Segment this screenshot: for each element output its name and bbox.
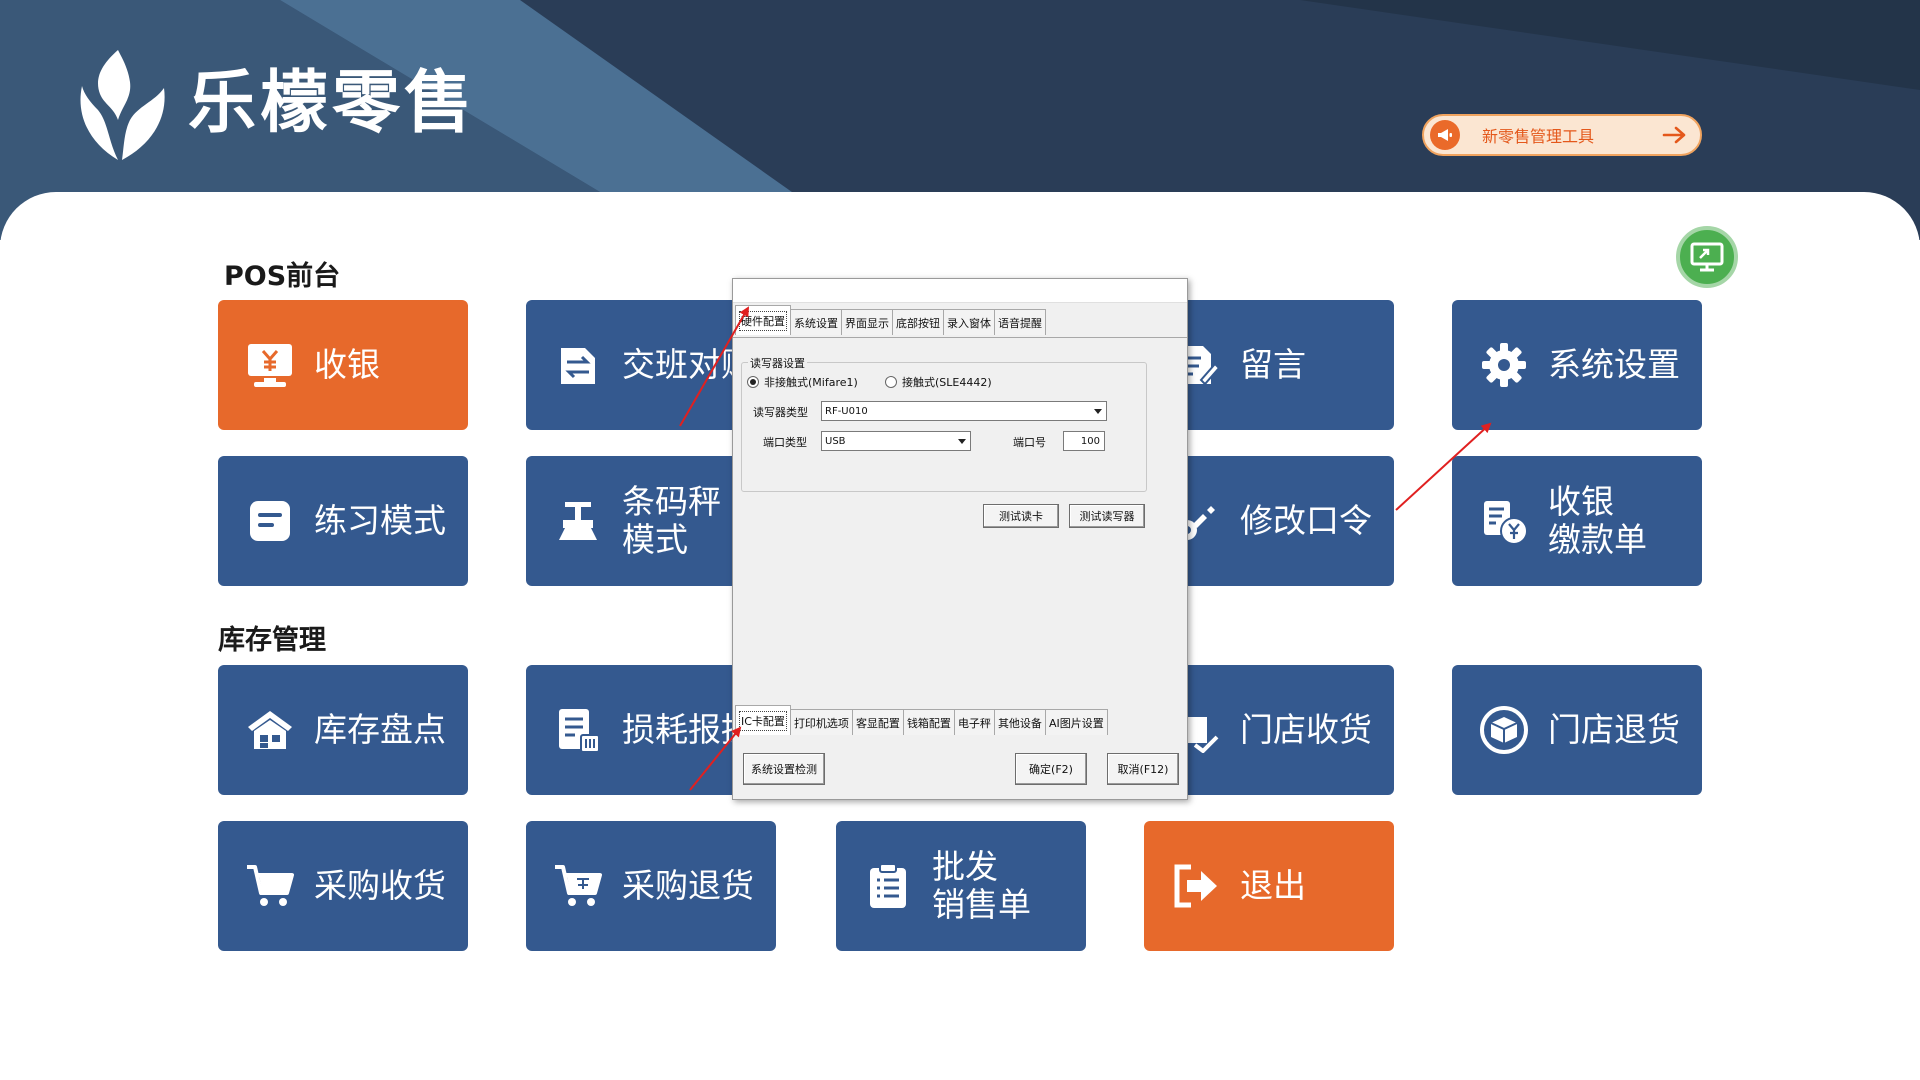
tab-ic-card-config[interactable]: IC卡配置 — [735, 705, 791, 735]
port-type-label: 端口类型 — [763, 436, 807, 449]
tab-voice-reminder[interactable]: 语音提醒 — [994, 309, 1046, 335]
test-card-button[interactable]: 测试读卡 — [983, 504, 1059, 528]
handover-icon — [552, 339, 604, 391]
logout-icon — [1170, 860, 1222, 912]
cashier-monitor-icon — [244, 339, 296, 391]
dialog-titlebar[interactable] — [733, 279, 1187, 303]
tab-customer-display[interactable]: 客显配置 — [851, 709, 904, 735]
tab-input-form[interactable]: 录入窗体 — [943, 309, 995, 335]
port-no-label: 端口号 — [1013, 436, 1046, 449]
radio-unchecked-icon — [885, 376, 897, 388]
warehouse-icon — [244, 704, 296, 756]
radio-contactless[interactable]: 非接触式(Mifare1) — [747, 374, 858, 390]
section-title-pos: POS前台 — [224, 261, 341, 292]
dropdown-arrow-icon — [958, 439, 966, 444]
tile-practice-mode[interactable]: 练习模式 — [218, 456, 468, 586]
tile-label: 收银 缴款单 — [1548, 482, 1647, 559]
group-title: 读写器设置 — [748, 355, 807, 371]
section-title-inventory: 库存管理 — [218, 625, 326, 656]
return-box-icon — [1478, 704, 1530, 756]
tile-label: 门店退货 — [1548, 710, 1680, 749]
reader-type-label: 读写器类型 — [753, 406, 808, 419]
arrow-right-icon — [1662, 126, 1686, 144]
tab-hardware-config[interactable]: 硬件配置 — [735, 305, 791, 335]
dropdown-arrow-icon — [1094, 409, 1102, 414]
promo-label: 新零售管理工具 — [1482, 127, 1595, 146]
hardware-config-page: 读写器设置 非接触式(Mifare1) 接触式(SLE4442) 读写器类型 R… — [733, 337, 1187, 711]
tab-other-devices[interactable]: 其他设备 — [993, 709, 1046, 735]
report-trash-icon — [552, 704, 604, 756]
tile-exit[interactable]: 退出 — [1144, 821, 1394, 951]
radio-contact[interactable]: 接触式(SLE4442) — [885, 374, 992, 390]
cart-icon — [244, 860, 296, 912]
test-reader-button[interactable]: 测试读写器 — [1069, 504, 1145, 528]
tile-label: 收银 — [314, 345, 380, 384]
tab-interface-display[interactable]: 界面显示 — [841, 309, 893, 335]
monitor-icon — [1690, 242, 1724, 272]
payment-slip-icon — [1478, 495, 1530, 547]
cart-return-icon — [552, 860, 604, 912]
tile-system-settings[interactable]: 系统设置 — [1452, 300, 1702, 430]
ok-button[interactable]: 确定(F2) — [1015, 753, 1087, 785]
tile-label: 采购收货 — [314, 866, 446, 905]
megaphone-icon — [1430, 120, 1460, 150]
radio-checked-icon — [747, 376, 759, 388]
tab-printer-options[interactable]: 打印机选项 — [789, 709, 853, 735]
tab-cash-drawer[interactable]: 钱箱配置 — [902, 709, 955, 735]
tile-label: 练习模式 — [314, 501, 446, 540]
practice-icon — [244, 495, 296, 547]
brand-title: 乐檬零售 — [188, 64, 477, 143]
reader-type-select[interactable]: RF-U010 — [821, 401, 1107, 421]
settings-dialog: 硬件配置 系统设置 界面显示 底部按钮 录入窗体 语音提醒 读写器设置 非接触式… — [732, 278, 1188, 800]
tile-label: 退出 — [1240, 866, 1306, 905]
clipboard-icon — [862, 860, 914, 912]
tile-label: 留言 — [1240, 345, 1306, 384]
tile-purchase-receiving[interactable]: 采购收货 — [218, 821, 468, 951]
remote-assist-button[interactable] — [1676, 226, 1738, 288]
tile-label: 条码秤 模式 — [622, 482, 721, 559]
system-check-button[interactable]: 系统设置检测 — [743, 753, 825, 785]
tile-label: 门店收货 — [1240, 710, 1372, 749]
brand-logo-icon — [80, 50, 165, 160]
tile-label: 库存盘点 — [314, 710, 446, 749]
tile-store-return[interactable]: 门店退货 — [1452, 665, 1702, 795]
tile-purchase-return[interactable]: 采购退货 — [526, 821, 776, 951]
bottom-tab-bar: IC卡配置 打印机选项 客显配置 钱箱配置 电子秤 其他设备 AI图片设置 — [735, 705, 1108, 735]
tile-label: 系统设置 — [1548, 345, 1680, 384]
tile-cashier[interactable]: 收银 — [218, 300, 468, 430]
scale-icon — [552, 495, 604, 547]
tab-bottom-buttons[interactable]: 底部按钮 — [892, 309, 944, 335]
port-no-input[interactable]: 100 — [1063, 431, 1105, 451]
tile-label: 修改口令 — [1240, 501, 1372, 540]
tab-system-settings[interactable]: 系统设置 — [790, 309, 842, 335]
tile-cashier-payment[interactable]: 收银 缴款单 — [1452, 456, 1702, 586]
cancel-button[interactable]: 取消(F12) — [1107, 753, 1179, 785]
tile-label: 采购退货 — [622, 866, 754, 905]
port-type-select[interactable]: USB — [821, 431, 971, 451]
top-tab-bar: 硬件配置 系统设置 界面显示 底部按钮 录入窗体 语音提醒 — [735, 305, 1046, 335]
tab-ai-image-settings[interactable]: AI图片设置 — [1044, 709, 1108, 735]
tile-wholesale-order[interactable]: 批发 销售单 — [836, 821, 1086, 951]
tile-label: 批发 销售单 — [932, 847, 1031, 924]
promo-button[interactable]: 新零售管理工具 — [1422, 114, 1702, 156]
tile-stocktake[interactable]: 库存盘点 — [218, 665, 468, 795]
gear-icon — [1478, 339, 1530, 391]
tab-electronic-scale[interactable]: 电子秤 — [953, 709, 995, 735]
